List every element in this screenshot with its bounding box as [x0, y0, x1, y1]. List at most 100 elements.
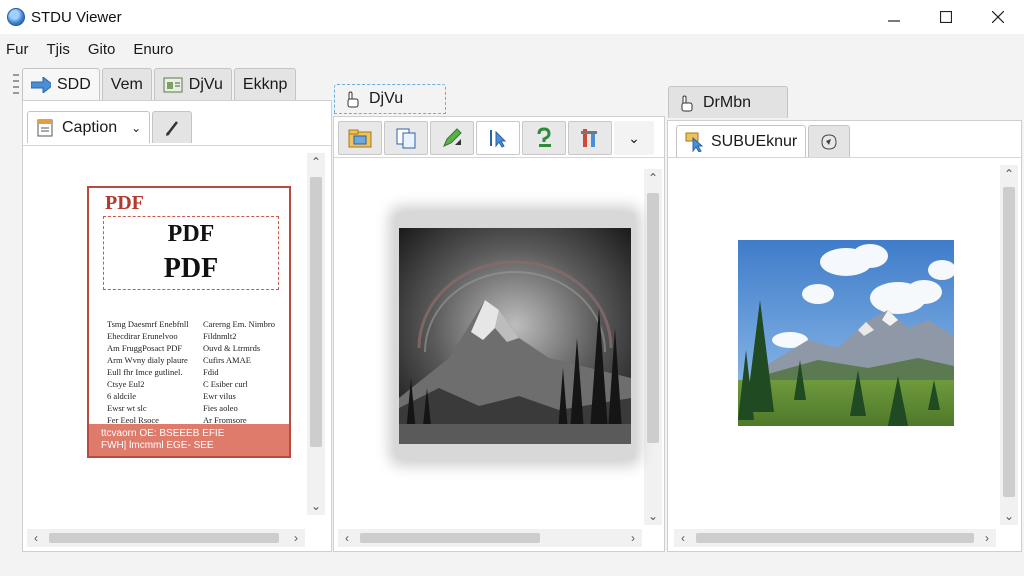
pdf-line: Am FruggPosact PDF: [107, 343, 183, 353]
subtab-pen[interactable]: [152, 111, 193, 143]
scroll-up-icon[interactable]: ⌃: [1000, 165, 1018, 183]
scroll-thumb[interactable]: [647, 193, 659, 443]
pdf-line: Ewr vilus: [203, 391, 236, 401]
title-bar: STDU Viewer: [0, 0, 1024, 34]
cursor-select-icon: [685, 132, 705, 152]
tab-label: SDD: [57, 75, 91, 93]
scroll-right-icon[interactable]: ›: [624, 529, 642, 547]
help-button[interactable]: [522, 121, 566, 155]
middle-horizontal-scrollbar[interactable]: ‹ ›: [338, 529, 642, 547]
tab-drmbn[interactable]: DrMbn: [668, 86, 788, 118]
scroll-left-icon[interactable]: ‹: [674, 529, 692, 547]
divider: [23, 145, 331, 146]
pdf-heading-2: PDF: [163, 253, 219, 284]
tab-label: DjVu: [188, 75, 223, 93]
subtab-subuekknur[interactable]: SUBUEknur: [676, 125, 807, 157]
grayscale-mountain-image: [399, 228, 631, 444]
scroll-down-icon[interactable]: ⌄: [307, 497, 325, 515]
scroll-thumb[interactable]: [696, 533, 974, 543]
scroll-down-icon[interactable]: ⌄: [644, 507, 662, 525]
subtab-label: Caption: [62, 118, 118, 136]
scroll-thumb[interactable]: [360, 533, 540, 543]
scroll-up-icon[interactable]: ⌃: [644, 169, 662, 187]
tab-sdd[interactable]: SDD: [22, 68, 100, 100]
pdf-line: Ewsr wt slc: [107, 403, 147, 413]
menu-item-3[interactable]: Gito: [88, 41, 116, 58]
pdf-footer-line: ttcvaorn OE: BSEEEB EFIE: [101, 428, 225, 439]
scroll-up-icon[interactable]: ⌃: [307, 153, 325, 171]
tab-label: Ekknp: [242, 75, 288, 93]
tab-djvu[interactable]: DjVu: [153, 68, 232, 100]
scroll-thumb[interactable]: [49, 533, 279, 543]
minimize-icon: [888, 20, 900, 22]
hand-icon: [677, 94, 697, 112]
pdf-line: Ehecdirar Erunelvoo: [107, 331, 178, 341]
pdf-page-thumbnail[interactable]: PDF PDF PDF Tsmg Daesmrf Enebfnll Ehecdi…: [87, 186, 291, 458]
edit-arrow-button[interactable]: [430, 121, 474, 155]
copy-pages-icon: [396, 128, 416, 149]
tab-label: DjVu: [369, 90, 404, 107]
open-folder-icon: [348, 129, 372, 148]
menu-item-2[interactable]: Tjis: [47, 41, 70, 58]
left-horizontal-scrollbar[interactable]: ‹ ›: [27, 529, 305, 547]
menu-item-4[interactable]: Enuro: [133, 41, 173, 58]
menu-item-1[interactable]: Fur: [6, 41, 29, 58]
close-icon: [992, 11, 1004, 23]
left-tabstrip: SDD Vem DjVu Ekknp: [22, 68, 298, 100]
subtab-shape[interactable]: [808, 125, 851, 157]
chevron-down-icon[interactable]: ⌄: [131, 121, 141, 135]
tab-djvu-floating[interactable]: DjVu: [334, 84, 446, 114]
scroll-thumb[interactable]: [1003, 187, 1015, 497]
scroll-thumb[interactable]: [310, 177, 322, 447]
select-cursor-icon: [490, 130, 507, 148]
document-edit-icon: [36, 119, 56, 137]
panel-grip-handle[interactable]: [12, 72, 20, 100]
document-viewer-icon: [163, 76, 183, 94]
divider: [668, 157, 1021, 158]
pdf-line: Cufirs AMAE: [203, 355, 251, 365]
right-vertical-scrollbar[interactable]: ⌃ ⌄: [1000, 165, 1018, 525]
left-subtabs: Caption ⌄: [27, 111, 194, 143]
pen-icon: [166, 120, 179, 136]
pdf-footer-line: FWH| lmcmml EGE- SEE: [101, 440, 214, 451]
subtab-caption[interactable]: Caption ⌄: [27, 111, 151, 143]
copy-pages-button[interactable]: [384, 121, 428, 155]
pdf-heading-1: PDF: [167, 221, 215, 247]
mountain-landscape-image: [738, 240, 956, 432]
scroll-left-icon[interactable]: ‹: [27, 529, 45, 547]
landscape-photo[interactable]: [738, 240, 956, 432]
open-folder-button[interactable]: [338, 121, 382, 155]
app-globe-icon: [7, 8, 25, 26]
tab-label: Vem: [110, 75, 143, 93]
close-button[interactable]: [972, 0, 1024, 34]
djvu-page-image[interactable]: [395, 212, 635, 460]
middle-toolbar: ⌄: [338, 121, 656, 155]
pdf-line: Eull fhr Imce gutlinel.: [107, 367, 183, 377]
minimize-button[interactable]: [868, 0, 920, 34]
toolbar-more-button[interactable]: ⌄: [614, 121, 654, 155]
pdf-body-column-2: Carerng Em. Nimbro Fildnmlt2 Ouvd & Ltrm…: [203, 318, 275, 426]
select-cursor-button[interactable]: [476, 121, 520, 155]
shape-icon: [821, 133, 837, 150]
pdf-line: Arm Wvny dialy plaure: [107, 355, 188, 365]
scroll-right-icon[interactable]: ›: [287, 529, 305, 547]
grip-icon: [13, 74, 19, 94]
scroll-right-icon[interactable]: ›: [978, 529, 996, 547]
tools-button[interactable]: [568, 121, 612, 155]
pdf-line: 6 aldcile: [107, 391, 137, 401]
pdf-title-box: PDF PDF: [103, 216, 279, 290]
pdf-footer-band: ttcvaorn OE: BSEEEB EFIE FWH| lmcmml EGE…: [89, 424, 289, 456]
scroll-down-icon[interactable]: ⌄: [1000, 507, 1018, 525]
pdf-line: Fildnmlt2: [203, 331, 237, 341]
menu-bar: Fur Tjis Gito Enuro: [0, 34, 1024, 64]
tab-vem[interactable]: Vem: [101, 68, 152, 100]
scroll-left-icon[interactable]: ‹: [338, 529, 356, 547]
tab-ekknp[interactable]: Ekknp: [233, 68, 297, 100]
left-vertical-scrollbar[interactable]: ⌃ ⌄: [307, 153, 325, 515]
middle-vertical-scrollbar[interactable]: ⌃ ⌄: [644, 169, 662, 525]
maximize-icon: [940, 11, 952, 23]
pdf-line: Tsmg Daesmrf Enebfnll: [107, 319, 189, 329]
maximize-button[interactable]: [920, 0, 972, 34]
right-horizontal-scrollbar[interactable]: ‹ ›: [674, 529, 996, 547]
window-controls: [868, 0, 1024, 34]
